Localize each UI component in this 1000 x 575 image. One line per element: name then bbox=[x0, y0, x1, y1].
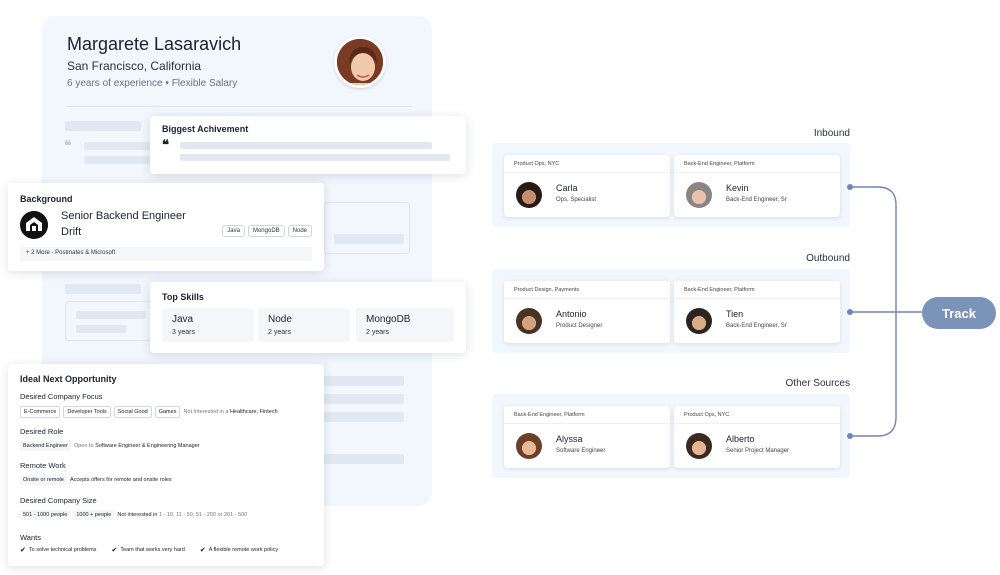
track-button[interactable]: Track bbox=[922, 297, 996, 329]
connector-dot bbox=[847, 309, 853, 315]
connector-dot bbox=[847, 184, 853, 190]
track-connector bbox=[847, 184, 922, 439]
connector-dot bbox=[847, 433, 853, 439]
